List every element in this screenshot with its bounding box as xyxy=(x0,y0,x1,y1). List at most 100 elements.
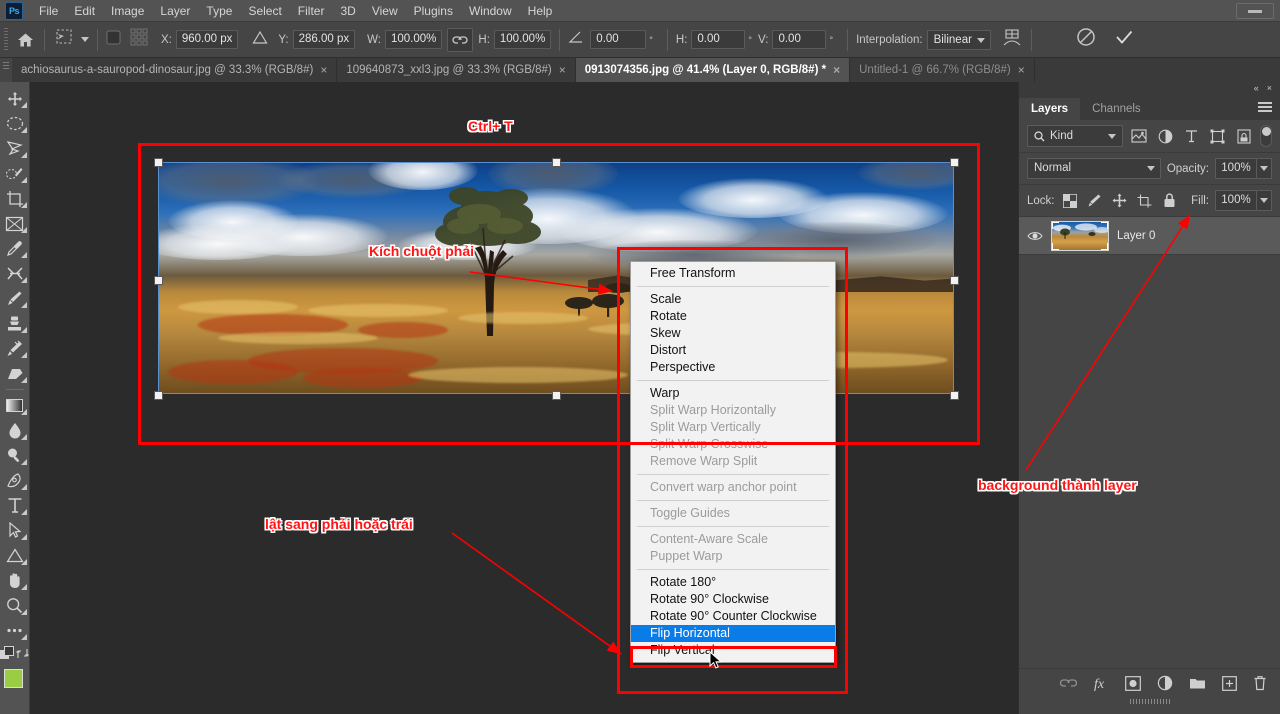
angle-input[interactable]: 0.00 xyxy=(590,30,646,49)
tab-channels[interactable]: Channels xyxy=(1080,98,1153,120)
menu-item-warp[interactable]: Warp xyxy=(631,385,835,402)
lasso-tool[interactable] xyxy=(1,136,29,161)
y-input[interactable]: 286.00 px xyxy=(293,30,356,49)
document-tab-4[interactable]: Untitled-1 @ 66.7% (RGB/8#) × xyxy=(850,58,1035,82)
edit-toolbar-tool[interactable] xyxy=(1,618,29,643)
brush-tool[interactable] xyxy=(1,286,29,311)
shape-layer-filter-icon[interactable] xyxy=(1208,126,1228,146)
warp-toggle-icon[interactable] xyxy=(1001,26,1023,53)
menu-item-select[interactable]: Select xyxy=(240,2,289,20)
filter-toggle-icon[interactable] xyxy=(1260,125,1272,147)
layer-row-layer-0[interactable]: Layer 0 xyxy=(1019,217,1280,255)
lock-all-icon[interactable] xyxy=(1160,191,1179,211)
add-layer-mask-icon[interactable] xyxy=(1125,676,1141,691)
menu-item-help[interactable]: Help xyxy=(520,2,561,20)
panel-resize-grip[interactable] xyxy=(1130,699,1170,704)
transform-context-menu[interactable]: Free Transform Scale Rotate Skew Distort… xyxy=(630,261,836,663)
commit-transform-icon[interactable] xyxy=(1114,27,1134,52)
close-icon[interactable]: × xyxy=(559,63,566,77)
close-panel-icon[interactable]: × xyxy=(1267,83,1272,93)
close-icon[interactable]: × xyxy=(320,63,327,77)
menu-item-plugins[interactable]: Plugins xyxy=(406,2,461,20)
reference-point-icon[interactable] xyxy=(129,27,149,52)
panel-menu-icon[interactable] xyxy=(1258,102,1272,112)
maintain-aspect-ratio-link-icon[interactable] xyxy=(447,28,473,52)
lock-image-icon[interactable] xyxy=(1085,191,1104,211)
default-colors-and-swap-icons[interactable] xyxy=(0,643,30,663)
menu-item-window[interactable]: Window xyxy=(461,2,520,20)
menu-item-rotate-90-clockwise[interactable]: Rotate 90° Clockwise xyxy=(631,591,835,608)
new-adjustment-layer-icon[interactable] xyxy=(1157,675,1173,691)
menu-item-rotate-180[interactable]: Rotate 180° xyxy=(631,574,835,591)
gradient-tool[interactable] xyxy=(1,393,29,418)
healing-brush-tool[interactable] xyxy=(1,261,29,286)
zoom-tool[interactable] xyxy=(1,593,29,618)
shape-tool[interactable] xyxy=(1,543,29,568)
type-layer-filter-icon[interactable] xyxy=(1181,126,1201,146)
menu-item-scale[interactable]: Scale xyxy=(631,291,835,308)
move-tool-preset-icon[interactable] xyxy=(53,27,75,52)
home-icon[interactable] xyxy=(14,29,36,51)
tab-bar-grip[interactable] xyxy=(0,58,12,82)
lock-transparency-icon[interactable] xyxy=(1061,191,1080,211)
document-tab-3[interactable]: 0913074356.jpg @ 41.4% (Layer 0, RGB/8#)… xyxy=(576,58,850,82)
collapse-panels-icon[interactable]: « xyxy=(1254,83,1259,93)
options-bar-grip[interactable] xyxy=(2,28,11,52)
eyedropper-tool[interactable] xyxy=(1,236,29,261)
elliptical-marquee-tool[interactable] xyxy=(1,111,29,136)
menu-item-perspective[interactable]: Perspective xyxy=(631,359,835,376)
interpolation-select[interactable]: Bilinear xyxy=(927,30,991,50)
menu-item-filter[interactable]: Filter xyxy=(290,2,333,20)
menu-item-free-transform[interactable]: Free Transform xyxy=(631,265,835,282)
foreground-color-swatch[interactable] xyxy=(4,669,23,688)
pen-tool[interactable] xyxy=(1,468,29,493)
menu-item-file[interactable]: File xyxy=(31,2,66,20)
menu-item-rotate-90-counter-clockwise[interactable]: Rotate 90° Counter Clockwise xyxy=(631,608,835,625)
skew-h-input[interactable]: 0.00 xyxy=(691,30,745,49)
fill-input[interactable]: 100% xyxy=(1215,190,1257,211)
new-layer-icon[interactable] xyxy=(1222,676,1237,691)
blur-tool[interactable] xyxy=(1,418,29,443)
crop-tool[interactable] xyxy=(1,186,29,211)
adjustment-layer-filter-icon[interactable] xyxy=(1155,126,1175,146)
menu-item-layer[interactable]: Layer xyxy=(152,2,198,20)
type-tool[interactable] xyxy=(1,493,29,518)
document-tab-1[interactable]: achiosaurus-a-sauropod-dinosaur.jpg @ 33… xyxy=(12,58,337,82)
menu-item-flip-vertical[interactable]: Flip Vertical xyxy=(631,642,835,659)
close-icon[interactable]: × xyxy=(1018,63,1025,77)
object-selection-tool[interactable] xyxy=(1,161,29,186)
menu-item-skew[interactable]: Skew xyxy=(631,325,835,342)
chevron-down-icon[interactable] xyxy=(81,37,89,42)
color-swatches[interactable] xyxy=(0,667,30,707)
canvas-area[interactable] xyxy=(30,82,1018,714)
menu-item-view[interactable]: View xyxy=(364,2,406,20)
height-input[interactable]: 100.00% xyxy=(494,30,551,49)
relative-position-icon[interactable] xyxy=(252,30,268,50)
lock-artboard-icon[interactable] xyxy=(1135,191,1154,211)
menu-item-distort[interactable]: Distort xyxy=(631,342,835,359)
layer-filter-kind-select[interactable]: Kind xyxy=(1027,125,1123,147)
clone-stamp-tool[interactable] xyxy=(1,311,29,336)
fill-stepper[interactable] xyxy=(1257,190,1272,211)
width-input[interactable]: 100.00% xyxy=(385,30,442,49)
menu-item-image[interactable]: Image xyxy=(103,2,152,20)
cancel-transform-icon[interactable] xyxy=(1076,27,1096,52)
eraser-tool[interactable] xyxy=(1,361,29,386)
move-tool[interactable] xyxy=(1,86,29,111)
hand-tool[interactable] xyxy=(1,568,29,593)
lock-position-icon[interactable] xyxy=(1110,191,1129,211)
pixel-layer-filter-icon[interactable] xyxy=(1129,126,1149,146)
path-selection-tool[interactable] xyxy=(1,518,29,543)
eye-icon[interactable] xyxy=(1027,230,1043,242)
dodge-tool[interactable] xyxy=(1,443,29,468)
smart-object-filter-icon[interactable] xyxy=(1234,126,1254,146)
new-group-icon[interactable] xyxy=(1189,676,1206,690)
menu-item-edit[interactable]: Edit xyxy=(66,2,103,20)
layer-thumbnail[interactable] xyxy=(1051,221,1109,251)
layer-name[interactable]: Layer 0 xyxy=(1117,230,1155,242)
x-input[interactable]: 960.00 px xyxy=(176,30,239,49)
close-icon[interactable]: × xyxy=(833,63,840,77)
blend-mode-select[interactable]: Normal xyxy=(1027,158,1161,179)
link-layers-icon[interactable] xyxy=(1060,677,1077,689)
frame-tool[interactable] xyxy=(1,211,29,236)
